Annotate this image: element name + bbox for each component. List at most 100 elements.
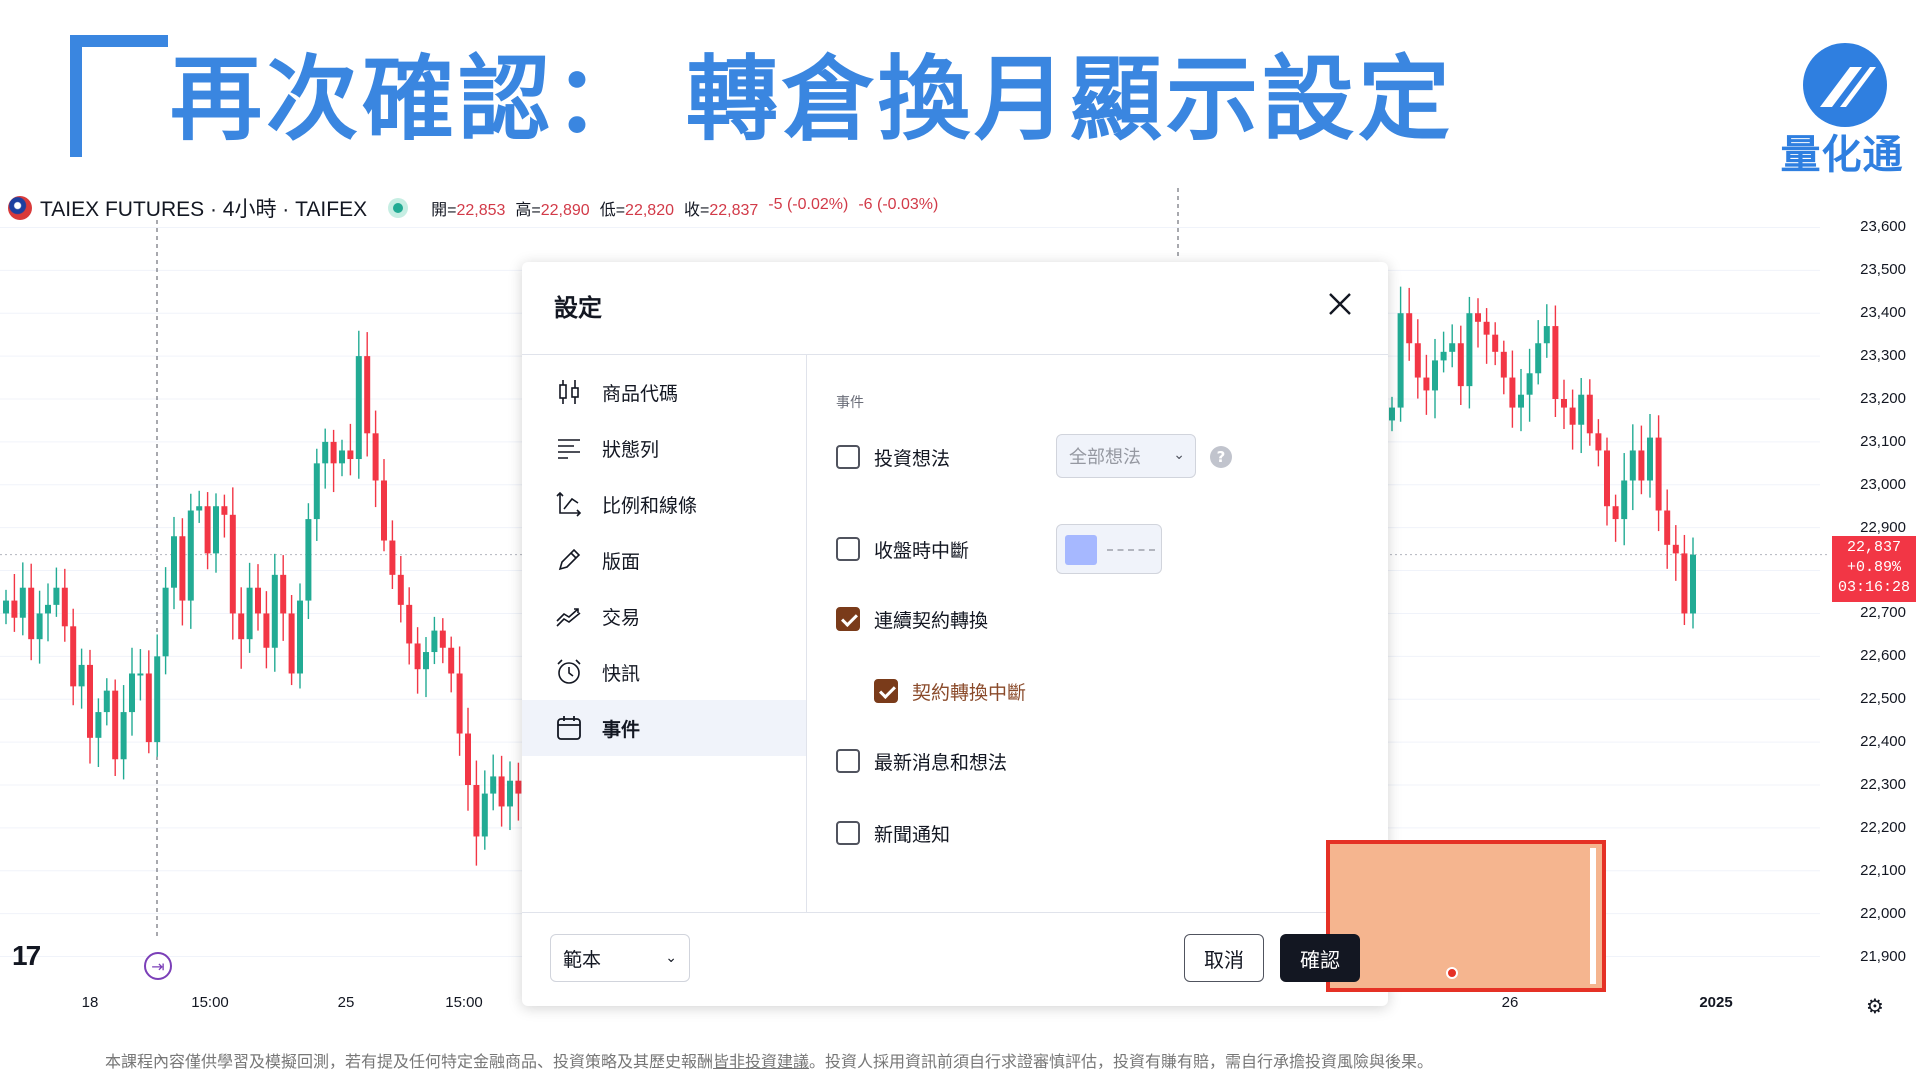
- candle-body: [1500, 351, 1507, 378]
- title-bracket-decoration: [70, 35, 168, 157]
- nav-item-appearance[interactable]: 版面: [522, 532, 806, 588]
- dashed-line-style-icon: [1107, 549, 1155, 551]
- candle-body: [120, 712, 127, 760]
- candle-body: [406, 604, 413, 644]
- settings-dialog: 設定 商品代碼 狀態列 比例和線條 版面 交易 快訊 事件 事件 投資想法 全部…: [522, 262, 1606, 1006]
- candle-body: [439, 630, 446, 648]
- candle-body: [1414, 343, 1421, 378]
- highlight-annotation: [1326, 840, 1606, 992]
- tradingview-logo-icon[interactable]: 17: [12, 940, 41, 972]
- candle-body: [1432, 360, 1438, 391]
- candle-body: [1483, 321, 1490, 335]
- ideas-label: 投資想法: [874, 447, 951, 470]
- last-price: 22,837: [1846, 539, 1901, 556]
- time-axis-label: 2025: [1699, 994, 1733, 1011]
- nav-item-events[interactable]: 事件: [522, 700, 806, 756]
- candle-body: [53, 587, 60, 605]
- session-breaks-checkbox[interactable]: [836, 537, 860, 561]
- nav-item-label: 事件: [602, 718, 641, 741]
- ideas-filter-value: 全部想法: [1069, 447, 1141, 468]
- template-label: 範本: [563, 948, 602, 971]
- close-icon[interactable]: [1322, 286, 1358, 322]
- nav-item-scales-lines[interactable]: 比例和線條: [522, 476, 806, 532]
- session-breaks-style-picker[interactable]: [1056, 524, 1162, 574]
- candle-body: [28, 587, 35, 640]
- price-axis-label: 23,600: [1860, 218, 1906, 236]
- candle-body: [1681, 553, 1688, 614]
- ideas-filter-select[interactable]: 全部想法 ⌄: [1056, 434, 1196, 478]
- calendar-icon: [557, 716, 581, 740]
- time-axis-label: 25: [337, 994, 355, 1011]
- candle-body: [3, 600, 9, 614]
- template-dropdown[interactable]: 範本 ⌄: [550, 934, 690, 982]
- candle-body: [280, 574, 287, 614]
- option-rollover: 連續契約轉換: [836, 604, 988, 634]
- nav-item-label: 版面: [602, 550, 641, 573]
- candle-body: [1406, 313, 1413, 344]
- scales-lines-icon: [556, 491, 582, 517]
- dialog-divider: [522, 354, 1388, 355]
- alarm-clock-icon: [557, 659, 581, 684]
- candle-body: [1440, 351, 1447, 361]
- news-alerts-label: 新聞通知: [874, 823, 951, 846]
- slide-title: 再次確認： 轉倉換月顯示設定: [170, 46, 1455, 153]
- candle-body: [179, 536, 186, 601]
- candle-body: [171, 536, 177, 588]
- candle-body: [414, 643, 421, 670]
- price-axis-label: 23,200: [1860, 390, 1906, 407]
- bar-countdown: 03:16:28: [1837, 579, 1910, 596]
- ideas-checkbox[interactable]: [836, 445, 860, 469]
- chart-settings-gear-icon[interactable]: ⚙: [1866, 994, 1884, 1018]
- latest-news-label: 最新消息和想法: [874, 751, 1008, 774]
- nav-item-status-line[interactable]: 狀態列: [522, 420, 806, 476]
- nav-item-alerts[interactable]: 快訊: [522, 644, 806, 700]
- rollover-breaks-checkbox[interactable]: [874, 679, 898, 703]
- candle-body: [70, 626, 77, 687]
- candle-body: [1397, 313, 1404, 408]
- candle-body: [145, 673, 152, 743]
- go-to-realtime-icon[interactable]: ⇥: [144, 952, 172, 980]
- nav-item-symbol[interactable]: 商品代碼: [522, 364, 806, 420]
- candle-body: [221, 506, 228, 515]
- candle-body: [1466, 313, 1473, 387]
- candle-body: [431, 630, 438, 653]
- nav-item-trading[interactable]: 交易: [522, 588, 806, 644]
- price-axis-label: 22,200: [1860, 818, 1906, 836]
- candle-body: [465, 733, 471, 785]
- option-news-alerts: 新聞通知: [836, 818, 950, 848]
- candle-body: [255, 587, 261, 614]
- dialog-title: 設定: [554, 294, 602, 322]
- candle-body: [423, 652, 429, 670]
- price-axis-label: 22,000: [1860, 904, 1906, 922]
- price-axis-label: 22,600: [1860, 647, 1906, 665]
- price-axis-label: 22,300: [1860, 776, 1906, 793]
- candle-body: [1595, 433, 1602, 451]
- rollover-checkbox[interactable]: [836, 607, 860, 631]
- price-axis-label: 23,400: [1860, 304, 1906, 322]
- candle-body: [246, 587, 253, 640]
- candle-body: [1621, 480, 1628, 520]
- candle-body: [313, 463, 320, 520]
- option-rollover-breaks: 契約轉換中斷: [874, 676, 1026, 706]
- section-heading-events: 事件: [836, 395, 864, 411]
- candle-body: [1475, 313, 1481, 322]
- cancel-button[interactable]: 取消: [1184, 934, 1264, 982]
- candle-body: [1518, 394, 1524, 408]
- help-icon[interactable]: ?: [1210, 446, 1232, 468]
- candle-body: [187, 510, 194, 601]
- candle-body: [238, 613, 245, 640]
- chevron-down-icon: ⌄: [1173, 447, 1185, 463]
- color-swatch: [1065, 535, 1097, 565]
- option-ideas: 投資想法: [836, 442, 950, 472]
- option-session-breaks: 收盤時中斷: [836, 534, 969, 564]
- news-alerts-checkbox[interactable]: [836, 821, 860, 845]
- latest-news-checkbox[interactable]: [836, 749, 860, 773]
- price-axis-label: 22,700: [1860, 604, 1906, 622]
- candle-body: [347, 450, 354, 460]
- candle-body: [162, 587, 169, 657]
- candle-body: [389, 540, 396, 575]
- candle-body: [137, 673, 144, 676]
- cursor-click-marker: [1446, 967, 1458, 979]
- candle-body: [481, 793, 488, 837]
- confirm-button[interactable]: 確認: [1280, 934, 1360, 982]
